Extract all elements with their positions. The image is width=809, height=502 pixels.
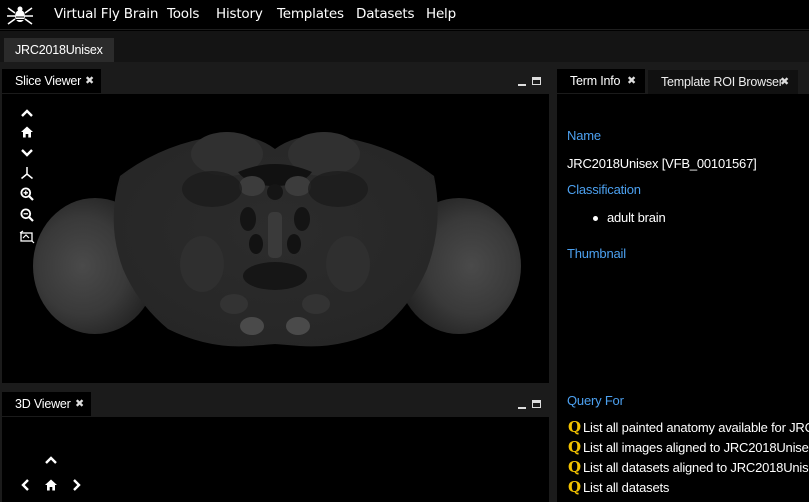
minimize-icon[interactable] (518, 84, 526, 86)
menu-help[interactable]: Help (426, 6, 456, 22)
tab-slice-viewer[interactable]: Slice Viewer ✖ (2, 69, 101, 93)
query-item[interactable]: Q List all datasets aligned to JRC2018Uni… (568, 460, 809, 478)
axes-icon[interactable] (19, 165, 35, 181)
menu-datasets[interactable]: Datasets (356, 6, 415, 22)
query-icon: Q (568, 438, 581, 456)
slice-window-controls (518, 75, 544, 89)
name-label: Name (567, 128, 601, 143)
home-icon[interactable] (43, 477, 59, 493)
chevron-left-icon[interactable] (17, 477, 33, 493)
zoom-in-icon[interactable] (19, 186, 35, 202)
close-icon[interactable]: ✖ (780, 70, 789, 94)
menu-virtual-fly-brain[interactable]: Virtual Fly Brain (54, 6, 158, 22)
menu-bar: Virtual Fly Brain Tools History Template… (0, 0, 809, 30)
query-item[interactable]: Q List all painted anatomy available for … (568, 420, 809, 438)
tab-label: Slice Viewer (15, 74, 82, 88)
menu-tools[interactable]: Tools (167, 6, 199, 22)
query-icon: Q (568, 478, 581, 496)
chevron-up-icon[interactable] (19, 105, 35, 121)
tab-term-info[interactable]: Term Info ✖ (557, 69, 645, 93)
tab-label: 3D Viewer (15, 397, 71, 411)
classification-label[interactable]: Classification (567, 182, 641, 197)
close-icon[interactable]: ✖ (75, 392, 84, 416)
tab-template-roi-browser[interactable]: Template ROI Browser ✖ (648, 70, 798, 94)
close-icon[interactable]: ✖ (627, 69, 636, 93)
minimize-icon[interactable] (518, 407, 526, 409)
rotate-icon[interactable] (19, 229, 35, 245)
maximize-icon[interactable] (532, 400, 541, 408)
query-item[interactable]: Q List all images aligned to JRC2018Unise… (568, 440, 809, 458)
query-for-label: Query For (567, 393, 624, 408)
maximize-icon[interactable] (532, 77, 541, 85)
menu-history[interactable]: History (216, 6, 263, 22)
query-text[interactable]: List all datasets (583, 480, 669, 495)
query-text[interactable]: List all painted anatomy available for J… (583, 420, 809, 435)
chevron-down-icon[interactable] (19, 145, 35, 161)
query-icon: Q (568, 458, 581, 476)
slice-viewer-canvas[interactable] (2, 94, 549, 383)
query-item[interactable]: Q List all datasets (568, 480, 669, 498)
zoom-out-icon[interactable] (19, 207, 35, 223)
viewer3d-window-controls (518, 398, 544, 412)
close-icon[interactable]: ✖ (85, 69, 94, 93)
list-bullet (593, 216, 598, 221)
query-icon: Q (568, 418, 581, 436)
template-tab-bar: JRC2018Unisex (0, 31, 809, 62)
viewer3d-canvas[interactable] (2, 417, 549, 502)
thumbnail-label: Thumbnail (567, 246, 626, 261)
menu-templates[interactable]: Templates (277, 6, 344, 22)
template-tab[interactable]: JRC2018Unisex (4, 38, 114, 62)
term-info-panel: Name JRC2018Unisex [VFB_00101567] Classi… (557, 94, 809, 502)
term-name: JRC2018Unisex [VFB_00101567] (567, 156, 757, 171)
chevron-up-icon[interactable] (43, 452, 59, 468)
query-text[interactable]: List all images aligned to JRC2018Unisex (583, 440, 809, 455)
fly-logo-icon[interactable] (7, 5, 33, 25)
classification-item[interactable]: adult brain (607, 210, 666, 225)
query-text[interactable]: List all datasets aligned to JRC2018Unis… (583, 460, 809, 475)
tab-label: Term Info (570, 74, 621, 88)
chevron-right-icon[interactable] (69, 477, 85, 493)
tab-label: Template ROI Browser (661, 75, 783, 89)
tab-3d-viewer[interactable]: 3D Viewer ✖ (2, 392, 91, 416)
brain-slice-image (33, 132, 521, 347)
home-icon[interactable] (19, 124, 35, 140)
